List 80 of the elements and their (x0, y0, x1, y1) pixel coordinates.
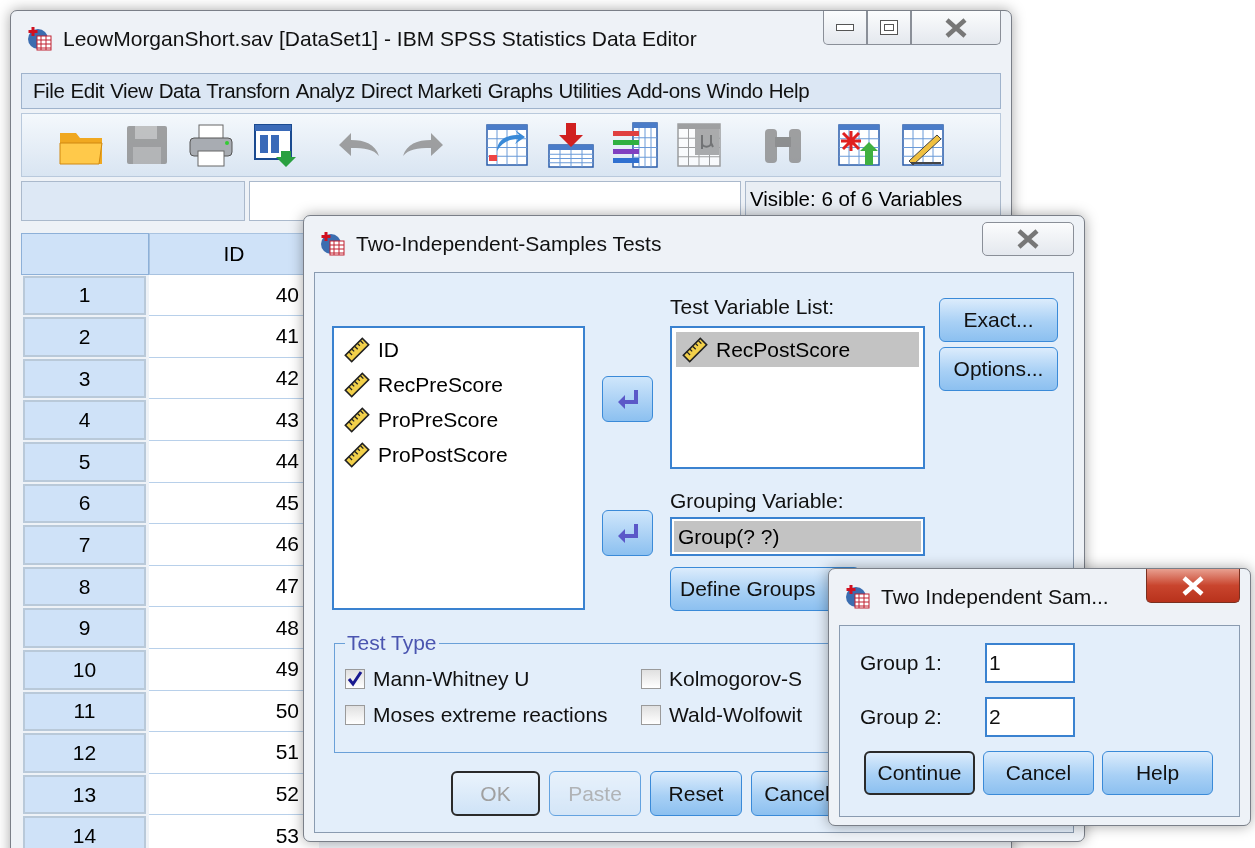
window-arrow-icon[interactable] (251, 121, 299, 169)
close-button[interactable] (982, 222, 1074, 256)
menu-item[interactable]: Analyz (292, 79, 358, 103)
variable-item[interactable]: ProPreScore (338, 402, 579, 437)
dialog-button[interactable]: Options... (939, 347, 1058, 391)
checkbox-label[interactable]: Moses extreme reactions (373, 703, 608, 727)
app-icon (320, 231, 346, 257)
checkbox-label[interactable]: Kolmogorov-S (669, 667, 803, 691)
dialog-button[interactable]: Continue (864, 751, 975, 795)
move-button[interactable] (602, 510, 653, 556)
row-header[interactable]: 7 (23, 525, 146, 565)
menu-item[interactable]: Direct Marketi (357, 79, 485, 103)
variable-item[interactable]: RecPostScore (676, 332, 919, 367)
row-header[interactable]: 13 (23, 774, 146, 815)
grid-down-arrow-icon[interactable] (547, 121, 595, 169)
dialog-button[interactable]: Reset (650, 771, 742, 816)
move-button[interactable] (602, 376, 653, 422)
minimize-button[interactable] (823, 11, 867, 45)
table-cell: 53 (149, 815, 319, 848)
close-icon (1180, 575, 1206, 596)
bars-grid-icon[interactable] (611, 121, 659, 169)
row-header[interactable]: 5 (23, 441, 146, 482)
row-header[interactable]: 9 (23, 608, 146, 648)
row-header[interactable]: 6 (23, 483, 146, 524)
checkbox[interactable] (641, 669, 661, 689)
app-icon (845, 584, 871, 610)
list-label: Test Variable List: (670, 295, 836, 320)
input-field[interactable]: 2 (985, 697, 1075, 737)
variable-item[interactable]: RecPreScore (338, 367, 579, 402)
window-title: LeowMorganShort.sav [DataSet1] - IBM SPSS Statistics Data Editor (63, 27, 697, 51)
field-label: Group 2: (860, 705, 943, 729)
cell-name-field[interactable] (21, 181, 245, 221)
menu-item[interactable]: Add-ons (624, 79, 704, 103)
test-variable-list[interactable]: RecPostScore (670, 326, 925, 469)
input-field[interactable]: 1 (985, 643, 1075, 683)
checkbox[interactable] (345, 669, 365, 689)
row-header[interactable]: 2 (23, 317, 146, 357)
checkbox[interactable] (345, 705, 365, 725)
dialog-button[interactable]: Exact... (939, 298, 1058, 342)
checkbox-label[interactable]: Wald-Wolfowit (669, 703, 803, 727)
menu-item[interactable]: Edit (67, 79, 108, 103)
close-button[interactable] (911, 11, 1001, 45)
field-label: Grouping Variable: (670, 489, 845, 514)
close-button[interactable] (1146, 569, 1240, 603)
field-label: Group 1: (860, 651, 943, 675)
row-header[interactable]: 11 (23, 691, 146, 732)
close-icon (1015, 229, 1041, 249)
maximize-button[interactable] (867, 11, 911, 45)
group-title: Test Type (346, 631, 438, 655)
menu-item[interactable]: Data (155, 79, 204, 103)
grid-ruler-icon[interactable] (899, 121, 947, 169)
row-header[interactable]: 8 (23, 566, 146, 607)
variable-item[interactable]: ID (338, 332, 579, 367)
menu-item[interactable]: Graphs (484, 79, 556, 103)
maximize-icon (880, 19, 898, 36)
dialog-title: Two-Independent-Samples Tests (356, 232, 662, 256)
row-header[interactable]: 14 (23, 816, 146, 848)
printer-icon[interactable] (187, 121, 235, 169)
minimize-icon (836, 23, 854, 32)
variable-item[interactable]: ProPostScore (338, 437, 579, 472)
checkbox[interactable] (641, 705, 661, 725)
app-icon (27, 26, 53, 52)
row-header[interactable]: 10 (23, 649, 146, 690)
dialog-button[interactable]: Help (1102, 751, 1213, 795)
row-header[interactable]: 1 (23, 275, 146, 316)
checkbox-label[interactable]: Mann-Whitney U (373, 667, 530, 691)
row-header[interactable]: 12 (23, 733, 146, 773)
menu-item[interactable]: View (107, 79, 156, 103)
row-header[interactable]: 4 (23, 400, 146, 440)
menu-item[interactable]: Transforn (203, 79, 293, 103)
variable-list[interactable]: ID RecPreScore ProPreScore ProPostScore (332, 326, 585, 610)
menu-item[interactable]: Windo (703, 79, 766, 103)
menu-item[interactable]: File (30, 79, 68, 103)
dialog-button[interactable]: Cancel (983, 751, 1094, 795)
menu-item[interactable]: Help (765, 79, 813, 103)
close-icon (943, 17, 969, 38)
grouping-field[interactable]: Group(? ?) (670, 517, 925, 556)
dialog-title: Two Independent Sam... (881, 585, 1109, 609)
row-header[interactable]: 3 (23, 358, 146, 399)
menu-item[interactable]: Utilities (555, 79, 624, 103)
